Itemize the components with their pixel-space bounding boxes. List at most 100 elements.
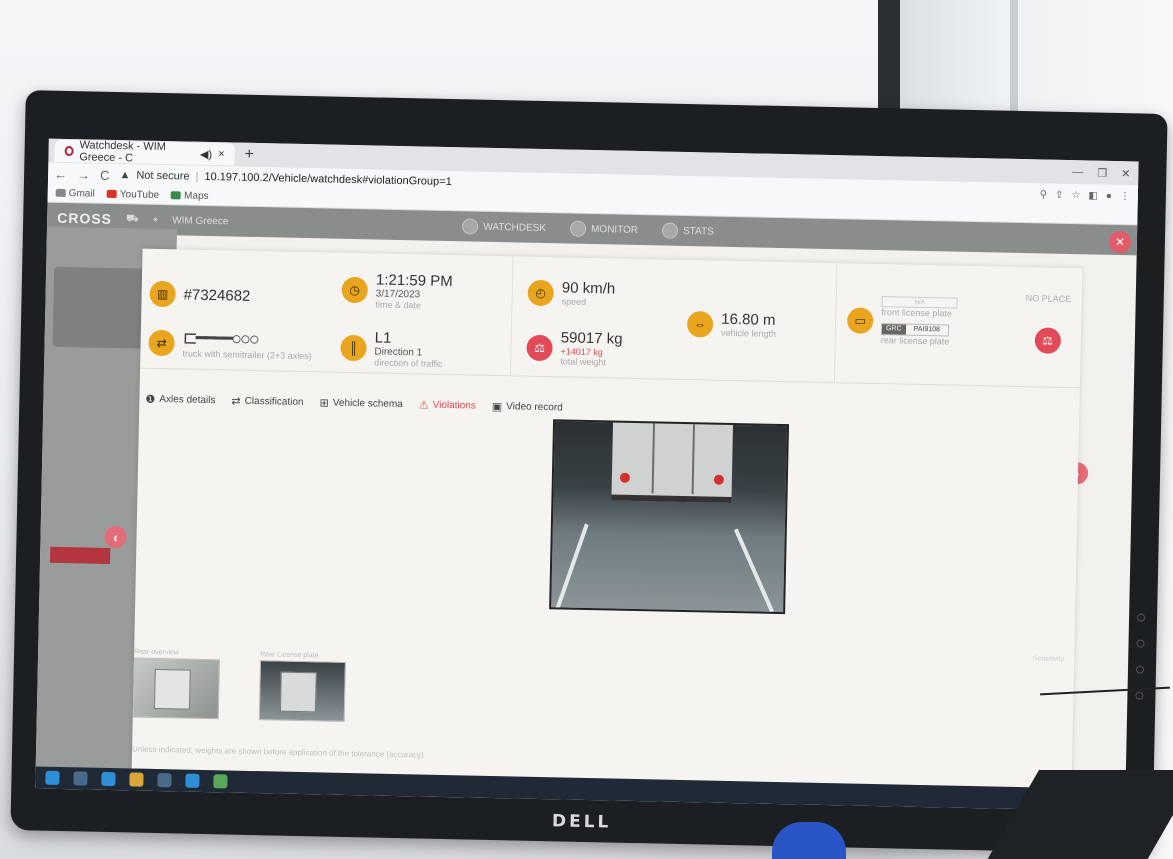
gmail-icon — [55, 189, 66, 198]
screen: Watchdesk - WIM Greece - C ◀) × + — ❐ ✕ … — [35, 138, 1139, 812]
start-icon[interactable] — [45, 770, 60, 785]
star-icon[interactable]: ☆ — [1071, 190, 1080, 201]
no-place-label: NO PLACE — [1025, 293, 1072, 305]
app-logo: CROSS — [57, 209, 113, 227]
lane-cell: ║ L1 Direction 1 direction of traffic — [340, 329, 443, 369]
front-plate-label: front license plate — [881, 307, 953, 319]
back-icon[interactable]: ← — [54, 166, 67, 181]
zoom-icon[interactable]: ⚲ — [1040, 189, 1048, 200]
warning-icon: ▲ — [119, 169, 131, 182]
tab-classification[interactable]: ⇄ Classification — [231, 394, 303, 409]
detail-tabs: ❶ Axles details ⇄ Classification ⊞ Vehicle … — [145, 393, 563, 415]
divider: | — [195, 170, 199, 183]
nav-monitor[interactable]: MONITOR — [569, 220, 638, 238]
sidepanel-icon[interactable]: ◧ — [1088, 190, 1098, 201]
thumbnail-image — [132, 657, 220, 720]
favicon-icon — [64, 145, 74, 157]
forward-icon[interactable]: → — [77, 167, 90, 182]
site-name[interactable]: WIM Greece — [172, 215, 228, 227]
no-place-cell: NO PLACE ⚖ — [1025, 293, 1072, 354]
monitor-button[interactable] — [1135, 691, 1144, 700]
thumbnail-rear-plate[interactable]: Rear License plate — [258, 651, 346, 722]
truck-icon: ⛟ — [125, 212, 139, 225]
video-icon: ▣ — [491, 400, 503, 414]
explorer-icon[interactable] — [129, 772, 144, 787]
thumbnail-label: Rear overview — [134, 648, 179, 657]
reload-icon[interactable]: C — [100, 167, 110, 182]
bookmark-maps[interactable]: Maps — [171, 190, 209, 202]
speed-value: 90 km/h — [561, 279, 616, 298]
sensitivity-note: Sensitivity — [1032, 655, 1065, 663]
address-icons: ⚲ ⇪ ☆ ◧ ● ⋮ — [1040, 189, 1138, 202]
rear-plate-label: rear license plate — [880, 335, 950, 347]
tab-violations[interactable]: ⚠ Violations — [419, 398, 476, 412]
window-mullion — [878, 0, 900, 120]
divider — [509, 256, 514, 377]
monitor-buttons — [1135, 613, 1147, 718]
nav-stats[interactable]: STATS — [661, 222, 714, 239]
monitor-button[interactable] — [1136, 639, 1145, 648]
time-label: time & date — [375, 299, 422, 311]
share-icon[interactable]: ⇪ — [1055, 189, 1064, 200]
lane-marking — [555, 523, 589, 610]
length-icon: ⇔ — [686, 310, 714, 338]
video-record-player[interactable] — [549, 419, 790, 615]
close-window-icon[interactable]: ✕ — [1121, 167, 1130, 180]
omnibox[interactable]: ▲ Not secure | 10.197.100.2/Vehicle/watc… — [119, 169, 452, 188]
weight-cell: ⚖ 59017 kg +14017 kg total weight — [526, 329, 623, 368]
tail-light — [619, 472, 630, 483]
chrome-icon[interactable] — [213, 774, 228, 789]
rear-plate-number: PAI9108 — [913, 325, 941, 334]
monitor-icon — [569, 220, 587, 237]
truck-semitrailer-icon: ⊏━━━━○○○ — [182, 327, 258, 350]
image-thumbnails: Rear overview Rear License plate — [132, 648, 346, 722]
monitor-button[interactable] — [1136, 613, 1146, 622]
length-value: 16.80 m — [721, 310, 776, 329]
maximize-icon[interactable]: ❐ — [1097, 166, 1107, 179]
classification-icon: ⇄ — [148, 329, 175, 356]
violations-icon: ⚠ — [418, 399, 429, 412]
truck-door-line — [691, 424, 696, 495]
weights-footnote: Unless indicated, weights are shown befo… — [132, 744, 424, 760]
class-description: truck with semitrailer (2+3 axles) — [182, 348, 312, 362]
tab-vehicle-schema[interactable]: ⊞ Vehicle schema — [319, 396, 403, 411]
monitor-button[interactable] — [1135, 665, 1145, 674]
weight-label: total weight — [560, 356, 606, 368]
tab-title: Watchdesk - WIM Greece - C — [79, 139, 167, 165]
browser-tab[interactable]: Watchdesk - WIM Greece - C ◀) × — [54, 139, 235, 166]
weight-value: 59017 kg — [560, 329, 623, 348]
window-controls: — ❐ ✕ — [1072, 166, 1138, 180]
plate-cell: ▭ N/A front license plate GRC PAI9108 re… — [846, 295, 958, 347]
nav-watchdesk[interactable]: WATCHDESK — [462, 218, 546, 236]
menu-icon[interactable]: ⋮ — [1120, 191, 1130, 202]
tail-light — [713, 474, 724, 485]
location-pin-icon: ⌖ — [152, 214, 159, 226]
time-cell: ◷ 1:21:59 PM 3/17/2023 time & date — [341, 271, 453, 311]
truck-shape — [153, 668, 191, 710]
monitor-brand-logo: DELL — [551, 811, 612, 833]
url-text: 10.197.100.2/Vehicle/watchdesk#violation… — [204, 170, 452, 189]
mail-icon[interactable] — [185, 773, 200, 788]
taskview-icon[interactable] — [73, 771, 88, 786]
vehicle-info-grid: ▥ #7324682 ◷ 1:21:59 PM 3/17/2023 time &… — [140, 248, 1083, 389]
tab-axles-details[interactable]: ❶ Axles details — [145, 393, 215, 407]
tab-video-record[interactable]: ▣ Video record — [492, 400, 563, 414]
weight-icon: ⚖ — [526, 334, 553, 361]
bookmark-gmail[interactable]: Gmail — [55, 188, 95, 200]
schema-icon: ⊞ — [319, 397, 329, 410]
classification-icon: ⇄ — [231, 395, 241, 408]
watchdesk-icon — [462, 218, 479, 235]
minimize-icon[interactable]: — — [1072, 166, 1083, 179]
close-tab-icon[interactable]: × — [218, 148, 225, 160]
divider — [833, 263, 838, 384]
stats-icon — [661, 222, 679, 239]
bookmark-youtube[interactable]: YouTube — [106, 189, 159, 201]
new-tab-button[interactable]: + — [244, 146, 254, 164]
length-label: vehicle length — [720, 327, 777, 339]
edge-icon[interactable] — [101, 771, 116, 787]
direction-label: direction of traffic — [374, 357, 443, 369]
profile-icon[interactable]: ● — [1106, 190, 1112, 201]
weight-alert-icon[interactable]: ⚖ — [1034, 327, 1061, 354]
store-icon[interactable] — [157, 773, 172, 788]
thumbnail-rear-overview[interactable]: Rear overview — [132, 648, 220, 720]
